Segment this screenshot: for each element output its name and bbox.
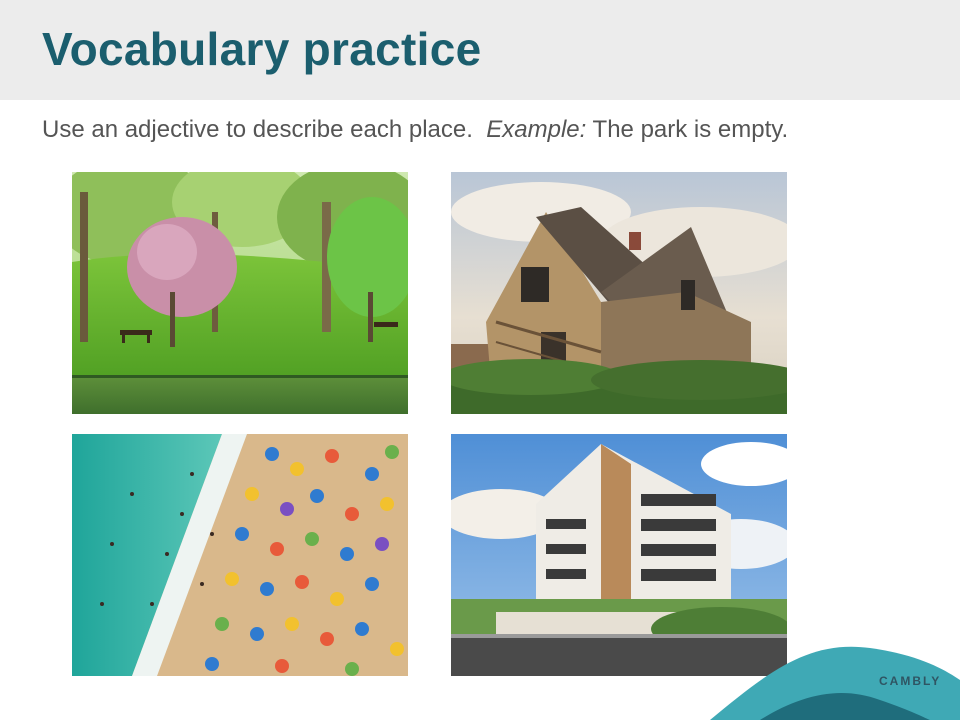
slide-title: Vocabulary practice <box>42 23 482 75</box>
brand-logo: CAMBLY <box>879 674 942 688</box>
park-photo <box>72 172 408 414</box>
crowded-beach-photo <box>72 434 408 676</box>
instruction-text: Use an adjective to describe each place.… <box>42 116 788 144</box>
old-house-photo <box>451 172 787 414</box>
instruction-lead: Use an adjective to describe each place. <box>42 116 473 143</box>
example-text: The park is empty. <box>592 116 789 143</box>
example-label: Example: <box>486 116 587 143</box>
